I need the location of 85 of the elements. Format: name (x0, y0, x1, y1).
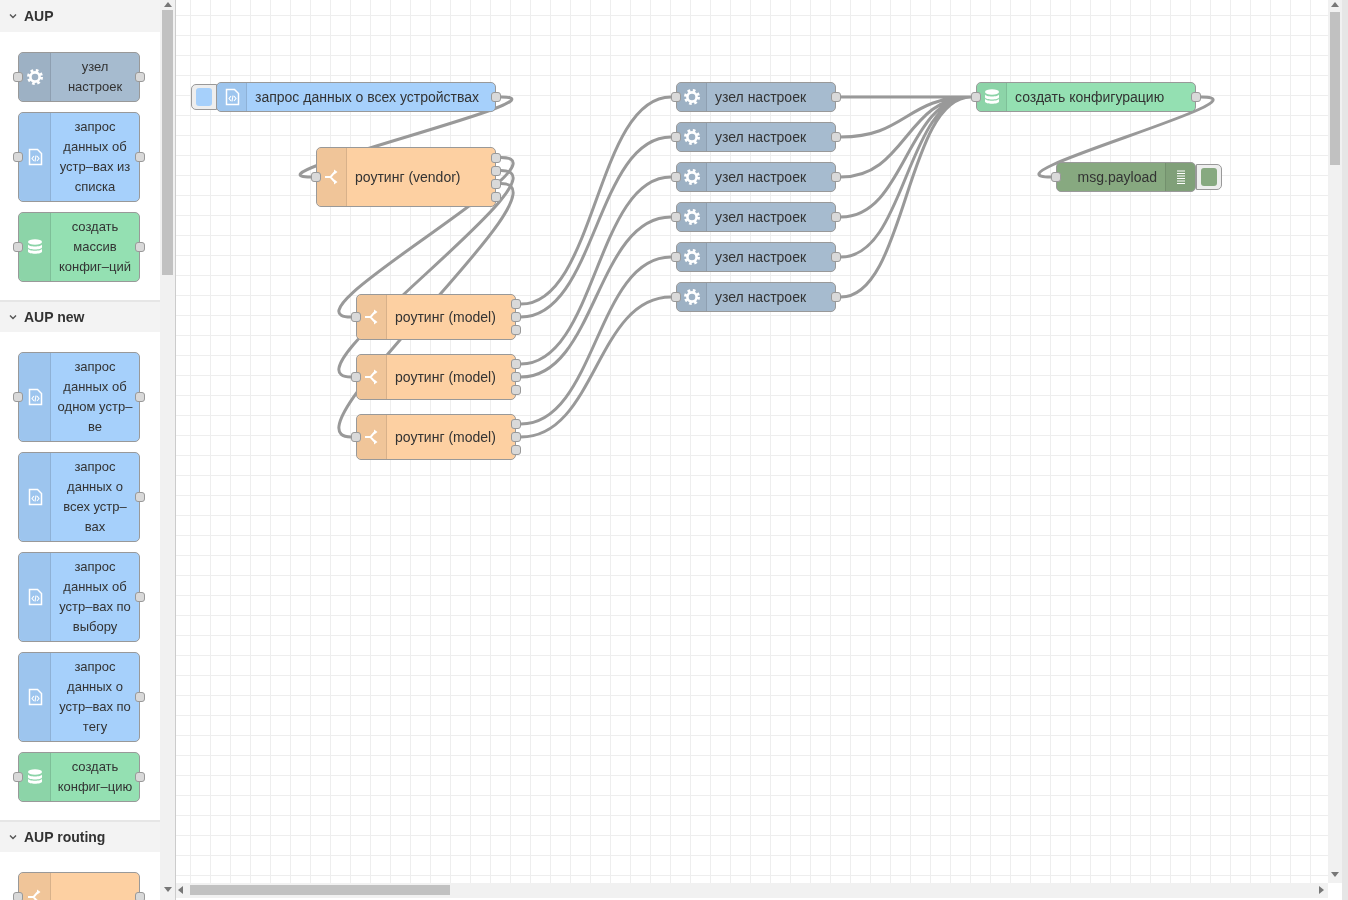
node-port[interactable] (13, 72, 23, 82)
node-port[interactable] (831, 172, 841, 182)
node-port[interactable] (491, 152, 501, 163)
node-port[interactable] (13, 772, 23, 782)
node-port[interactable] (13, 392, 23, 402)
palette-node[interactable]: запрос данных о устр–вах по тегу (18, 652, 140, 742)
category-title[interactable]: AUP (24, 5, 54, 27)
node-port[interactable] (135, 492, 145, 502)
node-port[interactable] (831, 92, 841, 102)
switch-node[interactable]: роутинг (vendor) (316, 147, 496, 207)
node-port[interactable] (135, 772, 145, 782)
node-port[interactable] (311, 172, 321, 182)
node-port[interactable] (135, 72, 145, 82)
node-port[interactable] (831, 212, 841, 222)
node-port[interactable] (1191, 92, 1201, 102)
switch-node[interactable]: роутинг (model) (356, 294, 516, 340)
gear-icon (682, 88, 701, 106)
node-port[interactable] (135, 392, 145, 402)
node-port[interactable] (351, 432, 361, 442)
wire-bundle[interactable] (839, 95, 973, 299)
node-port[interactable] (491, 92, 501, 102)
node-port[interactable] (671, 212, 681, 222)
node-port[interactable] (491, 191, 501, 202)
node-port[interactable] (491, 178, 501, 189)
gear-icon (25, 68, 44, 86)
chevron-down-icon[interactable] (8, 312, 18, 322)
palette-node[interactable]: узел настроек (18, 52, 140, 102)
node-port[interactable] (135, 242, 145, 252)
node-port[interactable] (13, 892, 23, 900)
config-node[interactable]: узел настроек (676, 202, 836, 232)
database-icon (25, 768, 44, 786)
database-icon (25, 238, 44, 256)
node-port[interactable] (831, 252, 841, 262)
config-node[interactable]: узел настроек (676, 282, 836, 312)
node-port[interactable] (135, 152, 145, 162)
palette-node[interactable]: запрос данных об устр–вах по выбору (18, 552, 140, 642)
node-port[interactable] (671, 292, 681, 302)
node-port[interactable] (135, 592, 145, 602)
palette-node[interactable]: создать конфиг–цию (18, 752, 140, 802)
node-port[interactable] (135, 692, 145, 702)
canvas-vertical-scrollbar[interactable] (1328, 0, 1342, 883)
chevron-down-icon[interactable] (8, 832, 18, 842)
node-port[interactable] (491, 165, 501, 176)
node-port[interactable] (831, 292, 841, 302)
scrollbar-thumb[interactable] (1330, 12, 1340, 165)
node-port[interactable] (671, 172, 681, 182)
gear-icon (682, 168, 701, 186)
scrollbar-thumb[interactable] (162, 10, 173, 275)
node-port[interactable] (351, 312, 361, 322)
palette-node[interactable]: создать массив конфиг–ций (18, 212, 140, 282)
node-port[interactable] (831, 132, 841, 142)
gear-icon (682, 248, 701, 266)
scrollbar-thumb[interactable] (190, 885, 450, 895)
palette-node[interactable]: запрос данных о всех устр–вах (18, 452, 140, 542)
scroll-left-arrow-icon[interactable] (178, 886, 183, 894)
database-node[interactable]: создать конфигурацию (976, 82, 1196, 112)
node-port[interactable] (13, 242, 23, 252)
palette-scrollbar[interactable] (160, 0, 175, 900)
node-port[interactable] (671, 252, 681, 262)
config-node[interactable]: узел настроек (676, 242, 836, 272)
database-icon (982, 88, 1001, 106)
config-node[interactable]: узел настроек (676, 162, 836, 192)
node-port[interactable] (135, 892, 145, 900)
node-port[interactable] (671, 92, 681, 102)
node-port[interactable] (1051, 172, 1061, 182)
inject-node[interactable]: запрос данных о всех устройствах (216, 82, 496, 112)
config-node[interactable]: узел настроек (676, 122, 836, 152)
canvas-horizontal-scrollbar[interactable] (176, 883, 1328, 898)
switch-node[interactable]: роутинг (model) (356, 414, 516, 460)
gear-icon (682, 128, 701, 146)
node-port[interactable] (971, 92, 981, 102)
palette-node[interactable]: запрос данных об одном устр–ве (18, 352, 140, 442)
debug-node[interactable]: msg.payload (1056, 162, 1196, 192)
gear-icon (682, 208, 701, 226)
config-node[interactable]: узел настроек (676, 82, 836, 112)
node-port[interactable] (351, 372, 361, 382)
inject-button[interactable] (191, 84, 217, 110)
gear-icon (682, 288, 701, 306)
node-port[interactable] (13, 152, 23, 162)
node-port[interactable] (671, 132, 681, 142)
scroll-right-arrow-icon[interactable] (1319, 886, 1324, 894)
switch-node[interactable]: роутинг (model) (356, 354, 516, 400)
chevron-down-icon[interactable] (8, 11, 18, 21)
debug-toggle-button[interactable] (1196, 164, 1222, 190)
palette-node[interactable]: запрос данных об устр–вах из списка (18, 112, 140, 202)
